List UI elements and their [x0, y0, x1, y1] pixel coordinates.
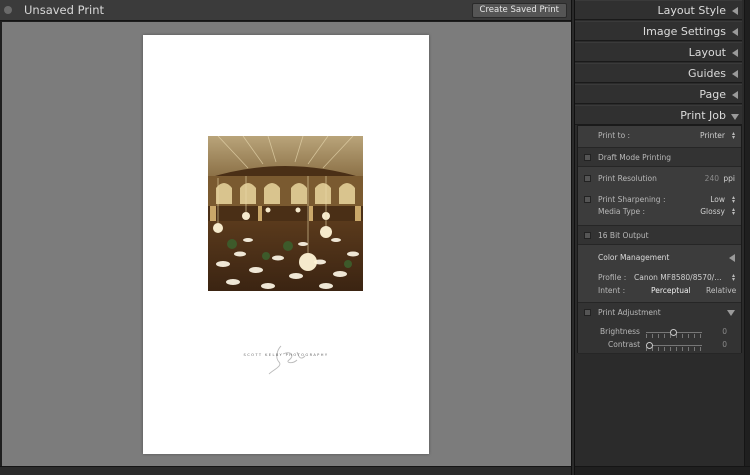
print-resolution-value[interactable]: 240 [705, 174, 719, 183]
print-resolution-unit: ppi [723, 174, 735, 183]
brightness-slider[interactable] [646, 329, 702, 338]
filmstrip-edge [0, 466, 571, 475]
section-guides[interactable]: Guides [575, 63, 742, 83]
print-resolution-row: Print Resolution 240 ppi [578, 169, 741, 189]
photo-cell[interactable] [208, 136, 363, 291]
print-adjustment-label: Print Adjustment [598, 308, 661, 317]
print-job-body: Print to : Printer ▴ ▾ Draft Mode Printin… [577, 125, 742, 354]
print-to-label: Print to : [598, 131, 631, 140]
section-layout-style[interactable]: Layout Style [575, 0, 742, 20]
collapse-triangle-icon [732, 91, 738, 99]
contrast-label: Contrast [608, 340, 641, 349]
expand-triangle-icon [731, 114, 739, 120]
profile-label: Profile : [598, 273, 627, 282]
print-page: SCOTT KELBY PHOTOGRAPHY [143, 35, 429, 454]
contrast-slider-thumb[interactable] [646, 342, 653, 349]
contrast-value: 0 [722, 340, 727, 349]
print-sharpening-label: Print Sharpening : [598, 195, 666, 204]
stepper-arrows-icon: ▴ ▾ [731, 194, 735, 205]
section-page[interactable]: Page [575, 84, 742, 104]
section-label: Layout Style [657, 4, 726, 17]
slider-ticks [646, 347, 702, 351]
draft-mode-label: Draft Mode Printing [598, 153, 671, 162]
print-resolution-label: Print Resolution [598, 174, 657, 183]
bit-output-checkbox[interactable] [584, 232, 591, 239]
collapse-triangle-icon [729, 254, 735, 262]
stepper-arrows-icon: ▴ ▾ [731, 130, 735, 141]
print-adjustment-checkbox[interactable] [584, 309, 591, 316]
section-label: Page [699, 88, 726, 101]
bit-output-label: 16 Bit Output [598, 231, 649, 240]
bit-output-row: 16 Bit Output [578, 225, 741, 245]
print-sharpening-select[interactable]: Low [710, 195, 725, 204]
section-layout[interactable]: Layout [575, 42, 742, 62]
intent-label: Intent : [598, 286, 626, 295]
section-label: Guides [687, 67, 726, 80]
media-type-select[interactable]: Glossy [700, 207, 725, 216]
color-management-label: Color Management [598, 253, 670, 262]
print-title: Unsaved Print [24, 3, 105, 17]
media-type-label: Media Type : [598, 207, 646, 216]
preview-canvas: SCOTT KELBY PHOTOGRAPHY [2, 22, 571, 466]
module-collapse-icon[interactable] [4, 6, 12, 14]
create-saved-print-button[interactable]: Create Saved Print [471, 3, 567, 18]
print-adjustment-row: Print Adjustment Brightness 0 Contrast 0 [578, 302, 741, 354]
identity-plate[interactable]: SCOTT KELBY PHOTOGRAPHY [203, 340, 369, 380]
print-preview-area: Unsaved Print Create Saved Print SCOTT K… [0, 0, 571, 475]
collapse-triangle-icon [732, 49, 738, 57]
section-image-settings[interactable]: Image Settings [575, 21, 742, 41]
color-management-header[interactable]: Color Management [578, 247, 741, 269]
brightness-slider-thumb[interactable] [670, 329, 677, 336]
ballroom-photo [208, 136, 363, 291]
section-label: Layout [688, 46, 726, 59]
section-label: Image Settings [642, 25, 726, 38]
print-sharpening-checkbox[interactable] [584, 196, 591, 203]
collapse-triangle-icon [732, 70, 738, 78]
brightness-value: 0 [722, 327, 727, 336]
expand-triangle-icon [727, 310, 735, 316]
signature-scribble-icon [268, 345, 306, 375]
intent-option-perceptual[interactable]: Perceptual [651, 286, 691, 295]
preview-toolbar: Unsaved Print Create Saved Print [0, 0, 571, 21]
panel-bottom-edge [575, 466, 750, 475]
signature-text: SCOTT KELBY PHOTOGRAPHY [243, 353, 329, 357]
section-label: Print Job [680, 109, 726, 122]
print-resolution-checkbox[interactable] [584, 175, 591, 182]
stepper-arrows-icon: ▴ ▾ [731, 272, 735, 283]
draft-mode-row: Draft Mode Printing [578, 147, 741, 167]
print-to-select[interactable]: Printer [700, 131, 725, 140]
panel-scroll-edge [744, 0, 750, 475]
print-sharpening-row: Print Sharpening : Low ▴ ▾ Media Type : G… [578, 191, 741, 223]
collapse-triangle-icon [732, 28, 738, 36]
collapse-triangle-icon [732, 7, 738, 15]
contrast-slider[interactable] [646, 342, 702, 351]
profile-select[interactable]: Canon MF8580/8570/... [634, 273, 721, 282]
color-profile-row: Profile : Canon MF8580/8570/... ▴ ▾ Inten… [578, 271, 741, 301]
section-print-job[interactable]: Print Job [575, 105, 742, 125]
intent-option-relative[interactable]: Relative [706, 286, 736, 295]
draft-mode-checkbox[interactable] [584, 154, 591, 161]
stepper-arrows-icon: ▴ ▾ [731, 206, 735, 217]
brightness-label: Brightness [600, 327, 640, 336]
print-to-row: Print to : Printer ▴ ▾ [578, 126, 741, 146]
